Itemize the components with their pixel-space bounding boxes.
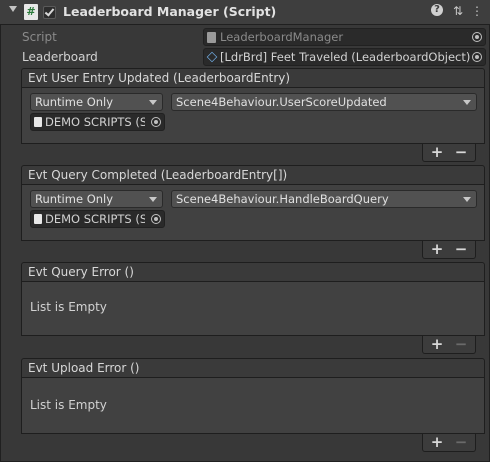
script-file-icon [34, 214, 42, 224]
list-footer: + − [422, 144, 476, 162]
leaderboard-label: Leaderboard [22, 50, 98, 64]
empty-list-text: List is Empty [30, 398, 107, 412]
event-body: List is Empty [21, 378, 485, 434]
component-header[interactable]: # Leaderboard Manager (Script) ? ⇅ ⋮ [0, 0, 490, 25]
add-button[interactable]: + [427, 434, 447, 450]
function-dropdown[interactable]: Scene4Behaviour.HandleBoardQuery [171, 190, 477, 208]
list-footer: + − [422, 434, 476, 452]
object-picker-icon[interactable] [151, 214, 161, 224]
leaderboard-field-value: [LdrBrd] Feet Traveled (LeaderboardObjec… [220, 50, 470, 64]
target-object-field[interactable]: DEMO SCRIPTS (S [30, 113, 165, 131]
event-header: Evt Query Error () [21, 262, 485, 282]
event-header: Evt Query Completed (LeaderboardEntry[]) [21, 165, 485, 185]
script-file-icon [34, 117, 42, 127]
add-button[interactable]: + [427, 144, 447, 160]
remove-button: − [454, 335, 468, 353]
target-object-field[interactable]: DEMO SCRIPTS (S [30, 210, 165, 228]
runtime-mode-dropdown[interactable]: Runtime Only [30, 93, 163, 111]
menu-icon[interactable]: ⋮ [470, 4, 484, 18]
remove-button[interactable]: − [451, 144, 471, 160]
script-field: LeaderboardManager [203, 28, 486, 46]
scriptable-object-icon [206, 51, 218, 63]
help-icon[interactable]: ? [431, 4, 445, 18]
remove-button: − [454, 433, 468, 451]
function-dropdown[interactable]: Scene4Behaviour.UserScoreUpdated [171, 93, 477, 111]
event-body: Runtime Only Scene4Behaviour.UserScoreUp… [21, 88, 485, 144]
foldout-arrow-icon[interactable] [9, 6, 17, 12]
object-picker-icon[interactable] [151, 117, 161, 127]
event-header: Evt Upload Error () [21, 358, 485, 378]
leaderboard-field[interactable]: [LdrBrd] Feet Traveled (LeaderboardObjec… [203, 48, 486, 66]
script-label: Script [22, 30, 57, 44]
script-field-value: LeaderboardManager [220, 30, 344, 44]
add-button[interactable]: + [427, 241, 447, 257]
empty-list-text: List is Empty [30, 300, 107, 314]
preset-icon[interactable]: ⇅ [451, 4, 465, 18]
runtime-mode-dropdown[interactable]: Runtime Only [30, 190, 163, 208]
dropdown-arrow-icon [463, 197, 471, 202]
event-body: List is Empty [21, 282, 485, 336]
object-picker-icon [472, 32, 482, 42]
list-footer: + − [422, 336, 476, 354]
script-icon: # [24, 4, 38, 20]
event-body: Runtime Only Scene4Behaviour.HandleBoard… [21, 185, 485, 241]
object-picker-icon[interactable] [472, 52, 482, 62]
dropdown-arrow-icon [149, 100, 157, 105]
dropdown-arrow-icon [149, 197, 157, 202]
dropdown-arrow-icon [463, 100, 471, 105]
script-file-icon [207, 32, 216, 43]
list-footer: + − [422, 241, 476, 259]
add-button[interactable]: + [427, 336, 447, 352]
remove-button[interactable]: − [451, 241, 471, 257]
event-header: Evt User Entry Updated (LeaderboardEntry… [21, 68, 485, 88]
enable-checkbox[interactable] [43, 6, 56, 19]
component-title: Leaderboard Manager (Script) [63, 4, 277, 19]
